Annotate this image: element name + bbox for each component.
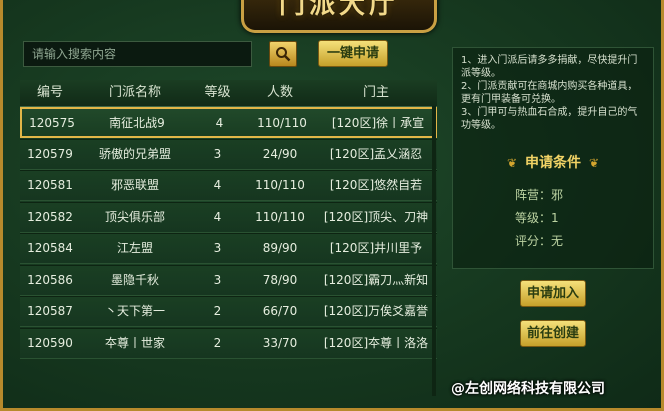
window-title: 门派大厅 [278, 0, 399, 20]
cell-leader: [120区]孟乂涵忍 [329, 146, 423, 161]
watermark: @左创网络科技有限公司 [451, 381, 605, 397]
cell-level: 3 [213, 241, 222, 255]
tip-3: 3、门甲可与热血石合成，提升自己的气功等级。 [461, 107, 638, 131]
cell-id: 120587 [27, 304, 73, 318]
cell-id: 120590 [27, 335, 73, 350]
table-row[interactable]: 120575 南征北战9 4 110/110 [120区]徐丨承宣 [20, 107, 437, 138]
cell-leader: [120区]霸刀灬新知 [323, 272, 429, 287]
cell-level: 4 [213, 209, 222, 224]
cell-level: 3 [213, 272, 222, 287]
cell-name: 墨隐千秋 [110, 272, 159, 287]
cell-members: 33/70 [262, 335, 298, 350]
cell-leader: [120区]夲尊丨洛洛 [323, 335, 429, 350]
cell-level: 2 [213, 304, 222, 318]
table-row[interactable]: 120581 邪恶联盟 4 110/110 [120区]悠然自若 [20, 170, 437, 201]
header-level: 等级 [204, 85, 231, 100]
cell-leader: [120区]徐丨承宣 [331, 116, 425, 130]
condition-level: 等级：1 [515, 211, 559, 225]
cell-name: 南征北战9 [109, 116, 165, 130]
conditions-title: 申请条件 [525, 155, 581, 171]
search-button[interactable] [269, 41, 297, 67]
cell-id: 120579 [27, 146, 73, 161]
cell-members: 110/110 [255, 178, 305, 192]
cell-id: 120584 [27, 241, 73, 255]
table-header: 编号 门派名称 等级 人数 门主 [20, 80, 437, 107]
goto-create-button[interactable]: 前往创建 [520, 320, 586, 347]
cell-id: 120575 [29, 116, 75, 130]
header-leader: 门主 [362, 85, 389, 100]
cell-level: 4 [215, 116, 224, 130]
info-panel: 1、进入门派后请多多捐献，尽快提升门派等级。 2、门派贡献可在商城内购买各种道具… [452, 47, 654, 269]
cell-members: 24/90 [262, 146, 298, 161]
condition-camp: 阵营：邪 [515, 188, 564, 202]
header-members: 人数 [266, 85, 293, 100]
cell-name: 丶天下第一 [104, 304, 165, 318]
guild-table: 编号 门派名称 等级 人数 门主 120575 南征北战9 4 110/110 [120… [20, 80, 437, 408]
condition-score: 评分：无 [515, 234, 564, 248]
cell-members: 89/90 [262, 241, 298, 255]
table-row[interactable]: 120587 丶天下第一 2 66/70 [120区]万俟爻嘉誉 [20, 296, 437, 327]
apply-all-button[interactable]: 一键申请 [318, 40, 388, 67]
table-row[interactable]: 120579 骄傲的兄弟盟 3 24/90 [120区]孟乂涵忍 [20, 138, 437, 170]
ornament-right-icon: ❦ [589, 156, 600, 170]
cell-name: 江左盟 [116, 241, 153, 255]
table-row[interactable]: 120586 墨隐千秋 3 78/90 [120区]霸刀灬新知 [20, 264, 437, 296]
table-scrollbar[interactable] [432, 106, 436, 396]
tip-1: 1、进入门派后请多多捐献，尽快提升门派等级。 [461, 55, 638, 79]
title-banner: 门派大厅 [241, 0, 437, 33]
cell-id: 120581 [27, 178, 73, 192]
search-input[interactable]: 请输入搜索内容 [23, 41, 252, 67]
cell-id: 120586 [27, 272, 73, 287]
table-row[interactable]: 120590 夲尊丨世家 2 33/70 [120区]夲尊丨洛洛 [20, 327, 437, 359]
search-icon [276, 47, 291, 62]
cell-members: 78/90 [262, 272, 298, 287]
cell-name: 骄傲的兄弟盟 [98, 146, 171, 161]
table-row[interactable]: 120584 江左盟 3 89/90 [120区]井川里予 [20, 233, 437, 264]
cell-name: 顶尖俱乐部 [104, 209, 165, 224]
cell-leader: [120区]顶尖、刀神 [323, 209, 429, 224]
cell-members: 66/70 [262, 304, 298, 318]
ornament-left-icon: ❦ [506, 156, 517, 170]
cell-name: 邪恶联盟 [110, 178, 159, 192]
conditions-heading: ❦ 申请条件 ❦ [453, 152, 653, 172]
cell-level: 2 [213, 335, 222, 350]
cell-members: 110/110 [257, 116, 307, 130]
cell-leader: [120区]悠然自若 [329, 178, 423, 192]
cell-leader: [120区]井川里予 [329, 241, 423, 255]
cell-leader: [120区]万俟爻嘉誉 [323, 304, 429, 318]
cell-id: 120582 [27, 209, 73, 224]
cell-name: 夲尊丨世家 [104, 335, 165, 350]
cell-level: 4 [213, 178, 222, 192]
table-row[interactable]: 120582 顶尖俱乐部 4 110/110 [120区]顶尖、刀神 [20, 201, 437, 233]
cell-level: 3 [213, 146, 222, 161]
guild-hall-window: 门派大厅 请输入搜索内容 一键申请 编号 门派名称 等级 人数 门主 12057… [0, 0, 664, 411]
cell-members: 110/110 [255, 209, 305, 224]
header-name: 门派名称 [108, 85, 161, 100]
tips-list: 1、进入门派后请多多捐献，尽快提升门派等级。 2、门派贡献可在商城内购买各种道具… [461, 54, 647, 132]
apply-join-button[interactable]: 申请加入 [520, 280, 586, 307]
tip-2: 2、门派贡献可在商城内购买各种道具，更有门甲装备可兑换。 [461, 81, 638, 105]
header-id: 编号 [36, 85, 63, 100]
